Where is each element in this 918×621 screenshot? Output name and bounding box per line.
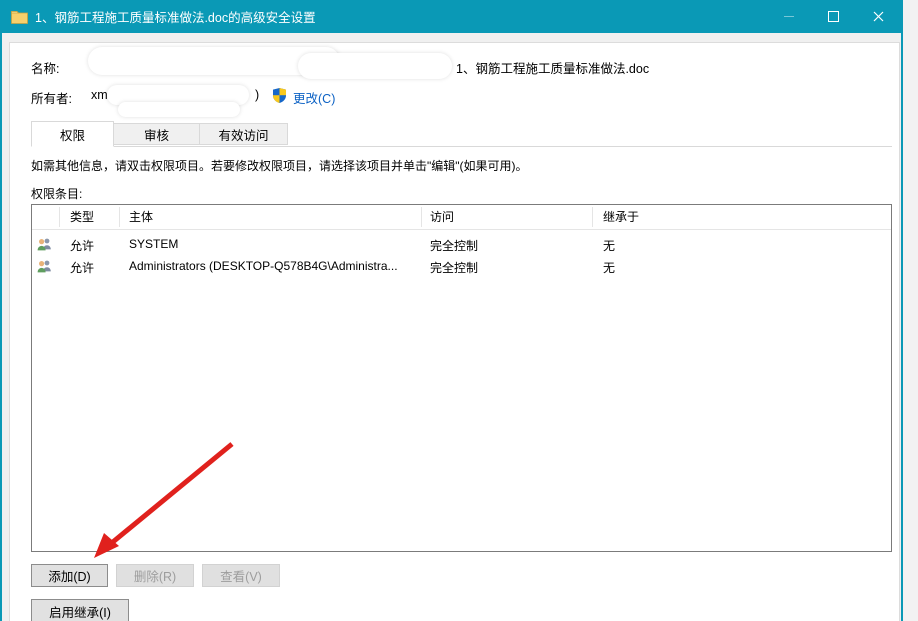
- column-header-inherited-from[interactable]: 继承于: [603, 205, 639, 229]
- name-label: 名称:: [31, 58, 59, 77]
- redaction-blob: [298, 53, 452, 79]
- tab-auditing[interactable]: 审核: [113, 123, 200, 145]
- document-folder-icon: [11, 9, 28, 24]
- column-header-principal[interactable]: 主体: [129, 205, 153, 229]
- close-button[interactable]: [856, 0, 901, 33]
- cell-access: 完全控制: [430, 237, 478, 254]
- name-value: 1、钢筋工程施工质量标准做法.doc: [456, 58, 649, 77]
- column-separator[interactable]: [119, 207, 120, 227]
- maximize-button[interactable]: [811, 0, 856, 33]
- uac-shield-icon: [272, 87, 287, 104]
- remove-button: 删除(R): [116, 564, 194, 587]
- redaction-blob: [118, 102, 240, 117]
- group-users-icon: [36, 236, 53, 253]
- cell-principal: SYSTEM: [129, 237, 178, 251]
- instruction-text: 如需其他信息，请双击权限项目。若要修改权限项目，请选择该项目并单击"编辑"(如果…: [31, 157, 528, 174]
- column-header-access[interactable]: 访问: [430, 205, 454, 229]
- add-button[interactable]: 添加(D): [31, 564, 108, 587]
- list-header: 类型 主体 访问 继承于: [32, 205, 891, 230]
- minimize-icon: [784, 16, 794, 17]
- column-header-type[interactable]: 类型: [70, 205, 94, 229]
- permission-entries-label: 权限条目:: [31, 185, 82, 202]
- enable-inheritance-button[interactable]: 启用继承(I): [31, 599, 129, 621]
- cell-principal: Administrators (DESKTOP-Q578B4G\Administ…: [129, 259, 398, 273]
- window-title: 1、钢筋工程施工质量标准做法.doc的高级安全设置: [35, 7, 316, 26]
- titlebar[interactable]: 1、钢筋工程施工质量标准做法.doc的高级安全设置: [2, 0, 901, 33]
- screenshot-stage: 1、钢筋工程施工质量标准做法.doc的高级安全设置 名称: 1、钢筋工程施工质量…: [0, 0, 918, 621]
- cell-type: 允许: [70, 237, 94, 254]
- minimize-button: [766, 0, 811, 33]
- cell-access: 完全控制: [430, 259, 478, 276]
- column-separator[interactable]: [59, 207, 60, 227]
- tab-effective-access[interactable]: 有效访问: [199, 123, 288, 145]
- owner-value-prefix: xm: [91, 88, 108, 102]
- owner-value-suffix: ): [255, 88, 259, 102]
- dialog-content-panel: 名称: 1、钢筋工程施工质量标准做法.doc 所有者: xm ) 更改(C) 权…: [9, 42, 900, 621]
- view-button: 查看(V): [202, 564, 280, 587]
- change-owner-link[interactable]: 更改(C): [293, 88, 335, 107]
- table-row[interactable]: 允许 Administrators (DESKTOP-Q578B4G\Admin…: [32, 256, 891, 278]
- tab-permissions[interactable]: 权限: [31, 121, 114, 147]
- permission-entries-list[interactable]: 类型 主体 访问 继承于 允许 SYSTEM 完全控制 无: [31, 204, 892, 552]
- column-separator[interactable]: [421, 207, 422, 227]
- cell-inherited-from: 无: [603, 259, 615, 276]
- cell-type: 允许: [70, 259, 94, 276]
- maximize-icon: [828, 11, 839, 22]
- caption-buttons: [766, 0, 901, 33]
- owner-label: 所有者:: [31, 88, 72, 107]
- cell-inherited-from: 无: [603, 237, 615, 254]
- column-separator[interactable]: [592, 207, 593, 227]
- close-icon: [873, 11, 884, 22]
- group-users-icon: [36, 258, 53, 275]
- table-row[interactable]: 允许 SYSTEM 完全控制 无: [32, 234, 891, 256]
